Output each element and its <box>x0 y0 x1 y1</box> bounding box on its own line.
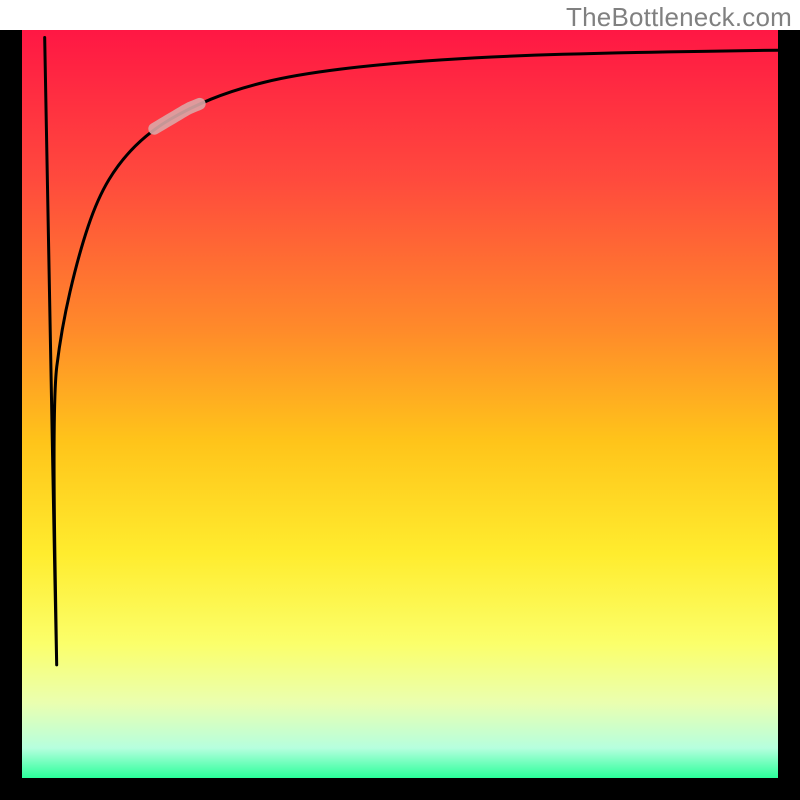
plot-frame <box>778 30 800 800</box>
bottleneck-chart <box>0 0 800 800</box>
plot-frame <box>0 30 22 800</box>
chart-stage: TheBottleneck.com <box>0 0 800 800</box>
plot-frame <box>0 778 800 800</box>
plot-background <box>22 30 778 778</box>
